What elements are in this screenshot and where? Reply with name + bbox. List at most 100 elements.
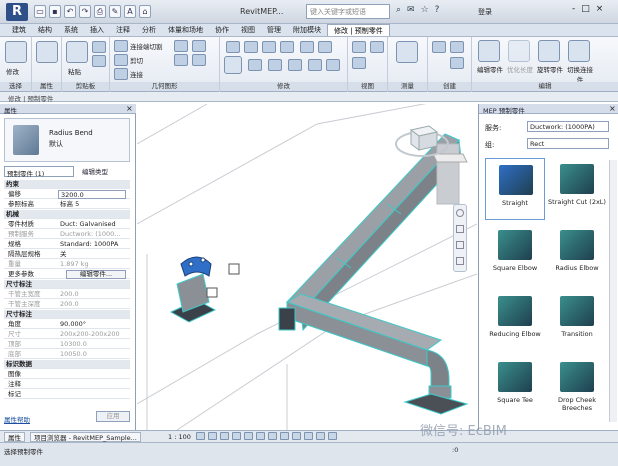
- ribbon-tab[interactable]: 管理: [261, 24, 287, 36]
- shadows-icon[interactable]: [232, 432, 241, 440]
- duct-terminal-selected[interactable]: [169, 256, 240, 323]
- group-select[interactable]: Rect: [527, 138, 609, 149]
- measure-tool-icon[interactable]: [396, 41, 418, 63]
- instance-filter-select[interactable]: 预制零件 (1): [4, 166, 74, 178]
- paste-button[interactable]: 粘贴: [68, 66, 81, 76]
- ribbon-tab[interactable]: 结构: [32, 24, 58, 36]
- delete-icon[interactable]: [326, 59, 340, 71]
- star-icon[interactable]: ☆: [421, 5, 429, 15]
- ribbon-tab[interactable]: 修改 | 预制零件: [327, 24, 390, 36]
- ribbon-tab[interactable]: 视图: [235, 24, 261, 36]
- close-button[interactable]: ×: [596, 4, 604, 14]
- save-icon[interactable]: ▪: [49, 5, 61, 18]
- move-icon[interactable]: [224, 56, 242, 74]
- detail-level-icon[interactable]: [196, 432, 205, 440]
- linework-icon[interactable]: [352, 57, 366, 69]
- close-icon[interactable]: ×: [609, 104, 616, 113]
- analytical-icon[interactable]: [316, 432, 325, 440]
- ribbon-tab[interactable]: 分析: [136, 24, 162, 36]
- create-similar-icon[interactable]: [450, 41, 464, 53]
- measure-icon[interactable]: ✎: [109, 5, 121, 18]
- edit-part-icon[interactable]: [478, 40, 500, 62]
- mirror-icon[interactable]: [262, 41, 276, 53]
- mirror-draw-icon[interactable]: [280, 41, 294, 53]
- create-assembly-icon[interactable]: [450, 57, 464, 69]
- property-value[interactable]: 90.000°: [60, 320, 86, 329]
- modify-button[interactable]: 修改: [6, 66, 19, 76]
- rotate-part-button[interactable]: 旋转零件: [535, 64, 565, 74]
- communication-icon[interactable]: ✉: [407, 5, 415, 15]
- part-tile[interactable]: Radius Elbow: [547, 224, 607, 286]
- edit-part-button[interactable]: 编辑零件: [475, 64, 505, 74]
- visual-style-icon[interactable]: [208, 432, 217, 440]
- parts-scrollbar[interactable]: [609, 160, 617, 422]
- property-section[interactable]: 约束: [4, 180, 130, 189]
- part-tile[interactable]: Straight Cut (2xL): [547, 158, 607, 220]
- property-value[interactable]: 关: [60, 250, 67, 259]
- navigation-bar[interactable]: [453, 204, 467, 272]
- hide-icon[interactable]: [352, 41, 366, 53]
- edit-part-params-button[interactable]: 编辑零件...: [66, 270, 126, 279]
- maximize-button[interactable]: □: [581, 4, 590, 14]
- help-icon[interactable]: ?: [435, 5, 440, 15]
- ribbon-tab[interactable]: 体量和场地: [162, 24, 209, 36]
- ribbon-tab[interactable]: 注释: [110, 24, 136, 36]
- property-section[interactable]: 机械: [4, 210, 130, 219]
- part-tile[interactable]: Square Tee: [485, 356, 545, 418]
- property-section[interactable]: 尺寸标注: [4, 310, 130, 319]
- offset-input[interactable]: 3200.0: [58, 190, 126, 199]
- view-scale[interactable]: 1 : 100: [168, 433, 191, 441]
- undo-icon[interactable]: ↶: [64, 5, 76, 18]
- reveal-hidden-icon[interactable]: [304, 432, 313, 440]
- ribbon-tab[interactable]: 插入: [84, 24, 110, 36]
- sun-path-icon[interactable]: [220, 432, 229, 440]
- zoom-icon[interactable]: [456, 225, 464, 233]
- login-button[interactable]: 登录: [478, 7, 492, 17]
- properties-icon[interactable]: [36, 41, 58, 63]
- cut-geometry-button[interactable]: 剪切: [130, 55, 143, 65]
- join-button[interactable]: 连接: [130, 69, 143, 79]
- copy-element-icon[interactable]: [248, 59, 262, 71]
- properties-help-link[interactable]: 属性帮助: [4, 414, 30, 424]
- temp-hide-icon[interactable]: [292, 432, 301, 440]
- align-icon[interactable]: [226, 41, 240, 53]
- binoculars-icon[interactable]: ⌕: [396, 5, 401, 15]
- override-icon[interactable]: [370, 41, 384, 53]
- crop-icon[interactable]: [256, 432, 265, 440]
- tab-project-browser[interactable]: 项目浏览器 - RevitMEP_Sample...: [30, 432, 141, 442]
- lock-view-icon[interactable]: [280, 432, 289, 440]
- part-tile[interactable]: Drop Cheek Breeches: [547, 356, 607, 418]
- ribbon-tab[interactable]: 附加模块: [287, 24, 327, 36]
- search-input[interactable]: 键入关键字或短语: [306, 4, 390, 19]
- part-tile[interactable]: Square Elbow: [485, 224, 545, 286]
- paint-icon[interactable]: [174, 54, 188, 66]
- ribbon-tab[interactable]: 系统: [58, 24, 84, 36]
- cut-geometry-icon[interactable]: [114, 54, 128, 66]
- edit-type-button[interactable]: 编辑类型: [82, 166, 108, 176]
- wall-joins-icon[interactable]: [174, 40, 188, 52]
- minimize-button[interactable]: -: [572, 4, 575, 14]
- property-section[interactable]: 标识数据: [4, 360, 130, 369]
- print-icon[interactable]: ⎙: [94, 5, 106, 18]
- demolish-icon[interactable]: [192, 54, 206, 66]
- 3d-viewport[interactable]: [137, 104, 477, 430]
- cope-button[interactable]: 连接端切割: [130, 41, 163, 51]
- highlight-icon[interactable]: [328, 432, 337, 440]
- close-icon[interactable]: ×: [126, 104, 133, 113]
- property-value[interactable]: 标高 5: [60, 200, 79, 209]
- redo-icon[interactable]: ↷: [79, 5, 91, 18]
- copy-icon[interactable]: [92, 41, 106, 53]
- join-icon[interactable]: [114, 68, 128, 80]
- switch-connector-button[interactable]: 切换连接件: [565, 64, 595, 84]
- property-section[interactable]: 尺寸标注: [4, 280, 130, 289]
- viewcube[interactable]: [395, 118, 449, 160]
- steering-wheel-icon[interactable]: [456, 209, 464, 217]
- property-value[interactable]: Duct: Galvanised: [60, 220, 116, 229]
- type-selector[interactable]: Radius Bend 默认: [4, 118, 130, 162]
- pan-icon[interactable]: [456, 241, 464, 249]
- part-tile[interactable]: Straight: [485, 158, 545, 220]
- rotate-icon[interactable]: [268, 59, 282, 71]
- optimize-length-icon[interactable]: [508, 40, 530, 62]
- cope-icon[interactable]: [114, 40, 128, 52]
- cut-icon[interactable]: [92, 55, 106, 67]
